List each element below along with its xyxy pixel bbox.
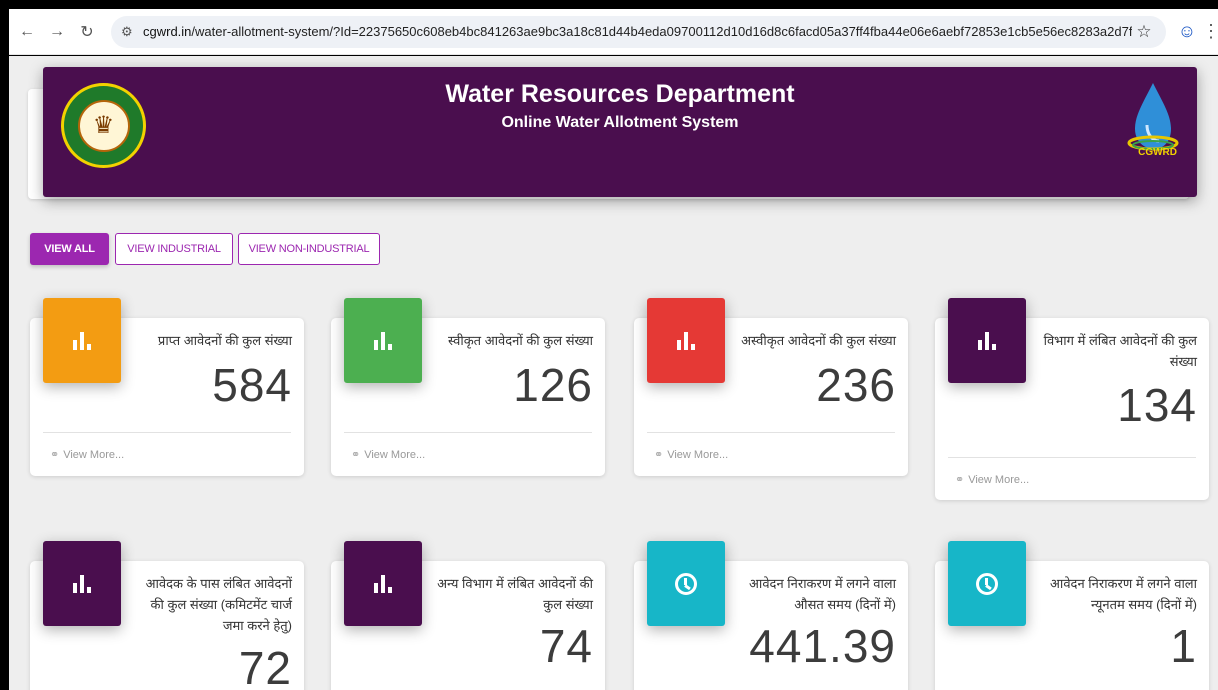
url-text[interactable]: cgwrd.in/water-allotment-system/?Id=2237…: [143, 24, 1132, 39]
forward-icon[interactable]: →: [45, 20, 69, 44]
back-icon[interactable]: ←: [15, 20, 39, 44]
stat-card-received: प्राप्त आवेदनों की कुल संख्या 584 ⚭ View …: [30, 298, 304, 476]
view-industrial-button[interactable]: VIEW INDUSTRIAL: [115, 233, 233, 265]
card-divider: [647, 432, 895, 433]
page-content: ♛ Water Resources Department Online Wate…: [9, 56, 1218, 690]
bar-chart-icon: [344, 298, 422, 383]
site-settings-icon[interactable]: ⚙: [121, 24, 143, 40]
browser-toolbar: ← → ↻ ⚙ cgwrd.in/water-allotment-system/…: [9, 9, 1218, 55]
stat-value: 1: [1170, 620, 1197, 672]
view-more-label: View More...: [968, 473, 1030, 486]
bar-chart-icon: [43, 541, 121, 626]
view-all-button[interactable]: VIEW ALL: [30, 233, 109, 265]
stat-value: 236: [816, 359, 896, 411]
stat-label: आवेदन निराकरण में लगने वाला न्यूनतम समय …: [1050, 576, 1197, 612]
stat-label: स्वीकृत आवेदनों की कुल संख्या: [448, 333, 593, 348]
stat-label: विभाग में लंबित आवेदनों की कुल संख्या: [1043, 333, 1197, 369]
stat-value: 74: [539, 620, 593, 672]
url-path: /water-allotment-system/?Id=22375650c608…: [191, 24, 1132, 39]
page-header: ♛ Water Resources Department Online Wate…: [43, 67, 1197, 197]
stat-card-minimum-time: आवेदन निराकरण में लगने वाला न्यूनतम समय …: [935, 541, 1209, 690]
view-more-link[interactable]: ⚭ View More...: [351, 448, 426, 462]
logo-caption: CGWRD: [1138, 147, 1177, 158]
stat-value: 72: [238, 642, 292, 690]
address-bar[interactable]: ⚙ cgwrd.in/water-allotment-system/?Id=22…: [111, 15, 1166, 48]
stat-label: अन्य विभाग में लंबित आवेदनों की कुल संख्…: [437, 576, 593, 612]
reload-icon[interactable]: ↻: [75, 20, 99, 44]
stat-value: 126: [513, 359, 593, 411]
stat-card-approved: स्वीकृत आवेदनों की कुल संख्या 126 ⚭ View …: [331, 298, 605, 476]
bar-chart-icon: [344, 541, 422, 626]
view-more-link[interactable]: ⚭ View More...: [654, 448, 729, 462]
stat-card-pending-department: विभाग में लंबित आवेदनों की कुल संख्या 13…: [935, 298, 1209, 500]
clock-icon: [647, 541, 725, 626]
view-more-link[interactable]: ⚭ View More...: [50, 448, 125, 462]
stat-label: आवेदक के पास लंबित आवेदनों की कुल संख्या…: [145, 576, 292, 633]
page-subtitle: Online Water Allotment System: [501, 114, 739, 131]
link-icon: ⚭: [50, 449, 60, 461]
profile-icon[interactable]: ☺: [1172, 17, 1202, 47]
page-title: Water Resources Department: [445, 80, 795, 108]
stat-label: अस्वीकृत आवेदनों की कुल संख्या: [741, 333, 896, 348]
link-icon: ⚭: [654, 449, 664, 461]
view-more-link[interactable]: ⚭ View More...: [955, 473, 1030, 487]
stat-label: प्राप्त आवेदनों की कुल संख्या: [157, 333, 292, 348]
stat-card-pending-other-department: अन्य विभाग में लंबित आवेदनों की कुल संख्…: [331, 541, 605, 690]
stat-label: आवेदन निराकरण में लगने वाला औसत समय (दिन…: [749, 576, 896, 612]
card-divider: [43, 432, 291, 433]
link-icon: ⚭: [351, 449, 361, 461]
view-more-label: View More...: [63, 448, 125, 461]
bar-chart-icon: [647, 298, 725, 383]
url-domain: cgwrd.in: [143, 24, 192, 39]
stat-value: 584: [212, 359, 292, 411]
stat-card-pending-applicant: आवेदक के पास लंबित आवेदनों की कुल संख्या…: [30, 541, 304, 690]
link-icon: ⚭: [955, 474, 965, 486]
more-menu-icon[interactable]: ⋮: [1202, 21, 1218, 42]
view-more-label: View More...: [364, 448, 426, 461]
view-more-label: View More...: [667, 448, 729, 461]
bookmark-star-icon[interactable]: ☆: [1132, 22, 1156, 42]
stat-value: 441.39: [749, 620, 896, 672]
stat-value: 134: [1117, 379, 1197, 431]
bar-chart-icon: [948, 298, 1026, 383]
stat-card-rejected: अस्वीकृत आवेदनों की कुल संख्या 236 ⚭ View…: [634, 298, 908, 476]
card-divider: [948, 457, 1196, 458]
card-divider: [344, 432, 592, 433]
bar-chart-icon: [43, 298, 121, 383]
clock-icon: [948, 541, 1026, 626]
view-non-industrial-button[interactable]: VIEW NON-INDUSTRIAL: [238, 233, 380, 265]
stat-card-average-time: आवेदन निराकरण में लगने वाला औसत समय (दिन…: [634, 541, 908, 690]
